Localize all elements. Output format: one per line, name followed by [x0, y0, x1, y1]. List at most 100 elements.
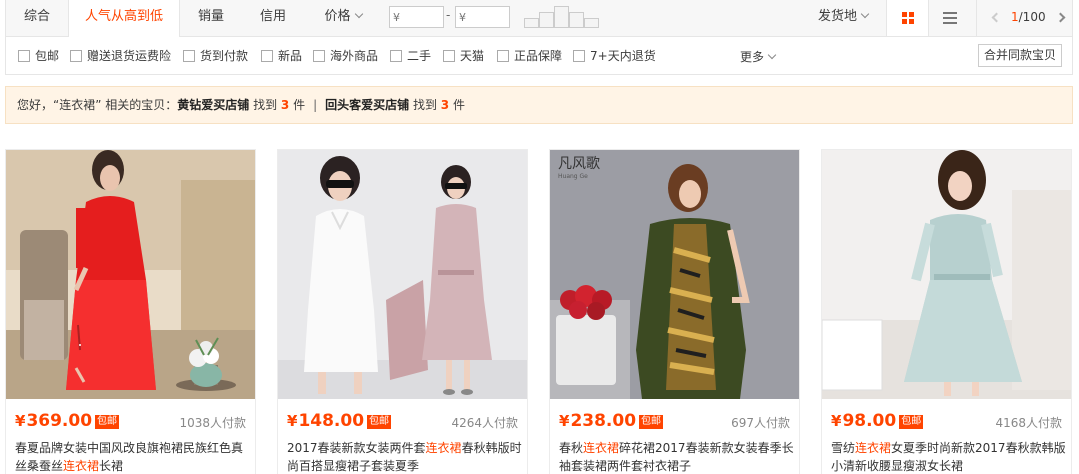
grid-icon — [902, 12, 914, 24]
currency-symbol: ¥ — [831, 412, 842, 430]
free-shipping-badge: 包邮 — [639, 415, 664, 429]
notice-divider: | — [313, 98, 318, 112]
price: ¥98.00 包邮 — [831, 411, 924, 431]
filter-overseas[interactable]: 海外商品 — [313, 48, 378, 64]
merge-same-items-button[interactable]: 合并同款宝贝 — [978, 44, 1062, 67]
title-text: 春秋 — [559, 441, 584, 455]
product-image[interactable] — [278, 150, 527, 399]
prev-page-icon[interactable] — [991, 12, 1002, 23]
price: ¥148.00 包邮 — [287, 411, 392, 431]
shop-notice: 您好，“连衣裙” 相关的宝贝：黄钻爱买店铺 找到 3 件 | 回头客爱买店铺 找到 … — [5, 86, 1073, 124]
checkbox[interactable] — [573, 50, 585, 62]
sort-bar: 综合 人气从高到低 销量 信用 价格 - 发货地 1/100 — [5, 0, 1073, 37]
checkbox[interactable] — [18, 50, 30, 62]
chevron-down-icon — [354, 9, 363, 19]
product-image[interactable] — [822, 150, 1071, 399]
filter-label: 海外商品 — [330, 49, 379, 63]
filter-label: 货到付款 — [200, 49, 249, 63]
total-pages: /100 — [1018, 10, 1046, 24]
notice-text: 找到 — [249, 98, 281, 112]
price-value: 369.00 — [26, 411, 93, 431]
sort-tab-label: 价格 — [324, 9, 351, 24]
product-card[interactable]: ¥369.00 包邮 1038人付款 春夏品牌女装中国风改良旗袍裙民族红色真丝桑蚕… — [5, 149, 256, 474]
title-keyword: 连衣裙 — [63, 459, 100, 473]
list-view-button[interactable] — [928, 0, 970, 36]
filter-label: 二手 — [407, 49, 432, 63]
product-title-link[interactable]: 2017春装新款女装两件套连衣裙春秋韩版时尚百搭显瘦裙子套装夏季 — [287, 439, 523, 474]
product-card[interactable]: 凡风歌 Huang Ge ¥238.00 包邮 697人付款 春秋连衣裙碎花裙20… — [549, 149, 800, 474]
ship-from-dropdown[interactable]: 发货地 — [818, 0, 870, 36]
sort-tab-price[interactable]: 价格 — [304, 0, 382, 36]
title-keyword: 连衣裙 — [425, 441, 462, 455]
product-image[interactable]: 凡风歌 Huang Ge — [550, 150, 799, 399]
product-title-link[interactable]: 春夏品牌女装中国风改良旗袍裙民族红色真丝桑蚕丝连衣裙长裙 — [15, 439, 251, 474]
current-page: 1 — [1011, 10, 1019, 24]
price-value: 238.00 — [570, 411, 637, 431]
product-title-link[interactable]: 春秋连衣裙碎花裙2017春装新款女装春季长袖套装裙两件套衬衣裙子 — [559, 439, 795, 474]
product-image[interactable] — [6, 150, 255, 399]
next-page-icon[interactable] — [1055, 12, 1066, 23]
product-card[interactable]: ¥148.00 包邮 4264人付款 2017春装新款女装两件套连衣裙春秋韩版时尚… — [277, 149, 528, 474]
notice-shop-link[interactable]: 回头客爱买店铺 — [325, 98, 409, 112]
filter-label: 正品保障 — [514, 49, 563, 63]
sort-tab-default[interactable]: 综合 — [6, 0, 68, 36]
buyer-count: 697人付款 — [731, 416, 790, 430]
checkbox[interactable] — [443, 50, 455, 62]
product-card[interactable]: ¥98.00 包邮 4168人付款 雪纺连衣裙女夏季时尚新款2017春秋款韩版小清… — [821, 149, 1072, 474]
more-filters-button[interactable]: 更多 — [740, 48, 777, 65]
sort-tab-sales[interactable]: 销量 — [180, 0, 242, 36]
sort-tab-label: 综合 — [23, 9, 50, 24]
filter-free-shipping[interactable]: 包邮 — [18, 48, 59, 64]
filter-second-hand[interactable]: 二手 — [390, 48, 431, 64]
list-icon — [943, 12, 957, 24]
title-text: 长裙 — [99, 459, 124, 473]
product-title-link[interactable]: 雪纺连衣裙女夏季时尚新款2017春秋款韩版小清新收腰显瘦淑女长裙 — [831, 439, 1067, 474]
price-range-separator: - — [446, 8, 451, 22]
filter-label: 新品 — [278, 49, 303, 63]
grid-view-button[interactable] — [886, 0, 928, 36]
page-indicator: 1/100 — [1011, 0, 1046, 34]
filter-return-insurance[interactable]: 赠送退货运费险 — [70, 48, 171, 64]
title-text: 2017春装新款女装两件套 — [287, 441, 426, 455]
sort-tab-credit[interactable]: 信用 — [242, 0, 304, 36]
svg-text:Huang Ge: Huang Ge — [558, 173, 588, 180]
filter-label: 7+天内退货 — [590, 49, 656, 63]
free-shipping-badge: 包邮 — [899, 415, 924, 429]
sort-tab-label: 信用 — [259, 9, 286, 24]
filter-label: 天猫 — [460, 49, 485, 63]
checkbox[interactable] — [183, 50, 195, 62]
sort-tab-label: 销量 — [197, 9, 224, 24]
title-text: 雪纺 — [831, 441, 856, 455]
chevron-down-icon — [860, 9, 870, 19]
filter-tmall[interactable]: 天猫 — [443, 48, 484, 64]
price-value: 148.00 — [298, 411, 365, 431]
filter-label: 包邮 — [35, 49, 60, 63]
filter-genuine[interactable]: 正品保障 — [497, 48, 562, 64]
price-histogram[interactable] — [524, 6, 602, 28]
checkbox[interactable] — [390, 50, 402, 62]
title-keyword: 连衣裙 — [855, 441, 892, 455]
free-shipping-badge: 包邮 — [95, 415, 120, 429]
notice-count: 3 — [280, 98, 290, 112]
checkbox[interactable] — [313, 50, 325, 62]
filter-new-item[interactable]: 新品 — [261, 48, 302, 64]
checkbox[interactable] — [497, 50, 509, 62]
currency-symbol: ¥ — [15, 412, 26, 430]
ship-from-label: 发货地 — [818, 9, 858, 24]
buyer-count: 1038人付款 — [179, 416, 246, 430]
sort-tab-popularity[interactable]: 人气从高到低 — [68, 0, 180, 37]
filter-cash-on-delivery[interactable]: 货到付款 — [183, 48, 248, 64]
title-text: 春夏品牌女装中国风改良旗袍裙民族红色真丝桑蚕丝 — [15, 441, 244, 473]
price-max-input[interactable] — [455, 6, 510, 28]
currency-symbol: ¥ — [559, 412, 570, 430]
notice-shop-link[interactable]: 黄钻爱买店铺 — [177, 98, 249, 112]
notice-count: 3 — [440, 98, 450, 112]
price-value: 98.00 — [842, 411, 897, 431]
checkbox[interactable] — [70, 50, 82, 62]
brand-logo: 凡风歌 — [558, 156, 600, 172]
price-min-input[interactable] — [389, 6, 444, 28]
filter-7day-return[interactable]: 7+天内退货 — [573, 48, 656, 64]
buyer-count: 4264人付款 — [451, 416, 518, 430]
checkbox[interactable] — [261, 50, 273, 62]
mini-pager: 1/100 — [976, 0, 1074, 36]
